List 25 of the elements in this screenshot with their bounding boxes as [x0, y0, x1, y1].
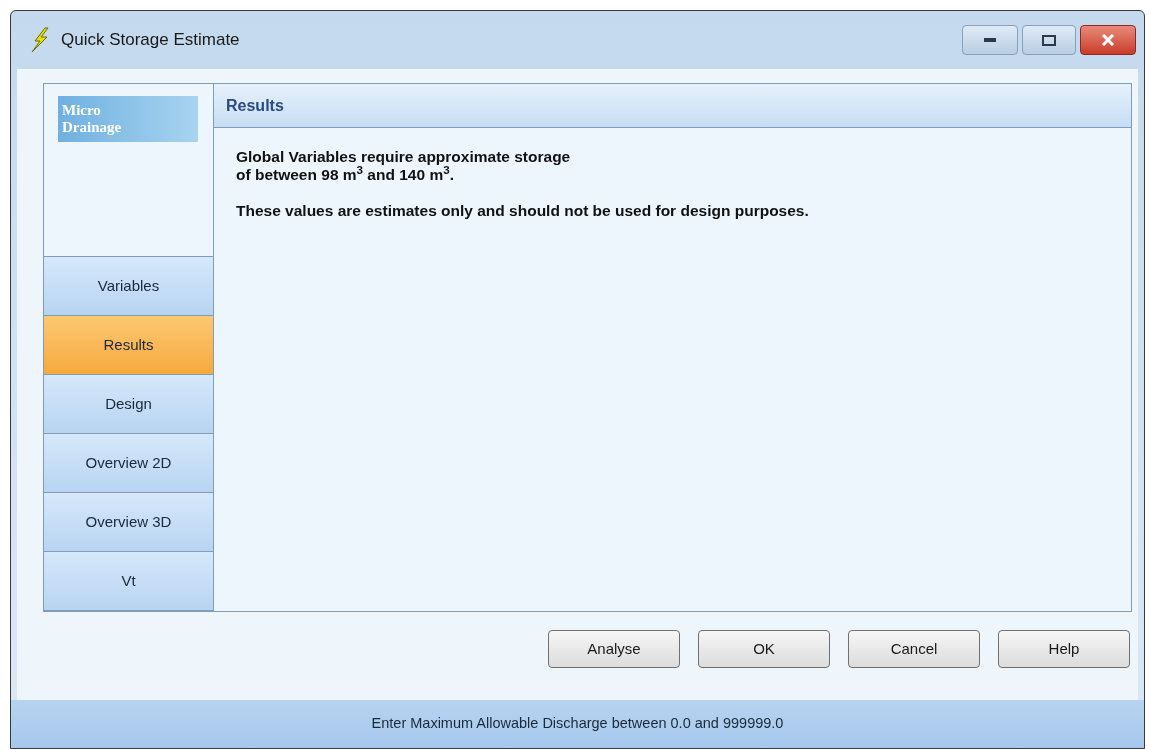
minimize-icon — [984, 38, 996, 42]
nav-tab[interactable]: Vt — [44, 552, 213, 611]
close-icon — [1101, 34, 1115, 46]
close-button[interactable] — [1080, 25, 1136, 55]
panel-heading: Results — [226, 95, 284, 116]
result-text: Global Variables require approximate storage — [236, 148, 572, 166]
window-title: Quick Storage Estimate — [61, 29, 240, 52]
result-text: of between 98 m$^{3}$ and 140 m$^{3}$. — [236, 166, 454, 184]
maximize-icon — [1042, 34, 1056, 46]
logo-text: Drainage — [62, 119, 123, 136]
nav-tab[interactable]: Results — [44, 316, 213, 375]
minimize-button[interactable] — [962, 25, 1018, 55]
lightning-icon — [29, 27, 51, 53]
nav-tab[interactable]: Design — [44, 375, 213, 434]
dialog-button[interactable]: Cancel — [848, 630, 980, 668]
dialog-button[interactable]: Help — [998, 630, 1130, 668]
nav-tab[interactable]: Overview 2D — [44, 434, 213, 493]
dialog-button[interactable]: OK — [698, 630, 830, 668]
maximize-button[interactable] — [1022, 25, 1076, 55]
nav-tab[interactable]: Variables — [44, 257, 213, 316]
nav-tab[interactable]: Overview 3D — [44, 493, 213, 552]
disclaimer-text: These values are estimates only and should not be used for design purposes. — [236, 202, 810, 220]
status-text: Enter Maximum Allowable Discharge between 0.0 and 999999.0 — [371, 714, 784, 734]
logo-text: Micro — [62, 102, 102, 119]
dialog-button[interactable]: Analyse — [548, 630, 680, 668]
